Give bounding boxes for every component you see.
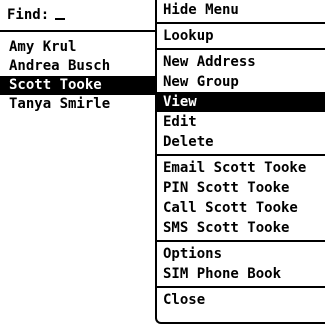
contact-item-scott-tooke[interactable]: Scott Tooke [0,76,158,95]
contact-item-andrea-busch[interactable]: Andrea Busch [0,57,158,76]
menu-separator [157,22,325,24]
contact-list: Amy Krul Andrea Busch Scott Tooke Tanya … [0,38,158,114]
menu-item-lookup[interactable]: Lookup [157,26,325,46]
menu-item-options[interactable]: Options [157,244,325,264]
menu-item-hide-menu[interactable]: Hide Menu [157,0,325,20]
menu-separator [157,240,325,242]
menu-item-close[interactable]: Close [157,290,325,310]
menu-item-sms-contact[interactable]: SMS Scott Tooke [157,218,325,238]
menu-item-email-contact[interactable]: Email Scott Tooke [157,158,325,178]
menu-item-new-group[interactable]: New Group [157,72,325,92]
contact-item-tanya-smirle[interactable]: Tanya Smirle [0,95,158,114]
menu-item-new-address[interactable]: New Address [157,52,325,72]
menu-separator [157,154,325,156]
menu-item-call-contact[interactable]: Call Scott Tooke [157,198,325,218]
menu-item-pin-contact[interactable]: PIN Scott Tooke [157,178,325,198]
address-book-screen: Find: Amy Krul Andrea Busch Scott Tooke … [0,0,325,334]
menu-item-delete[interactable]: Delete [157,132,325,152]
find-divider [0,30,158,32]
menu-item-edit[interactable]: Edit [157,112,325,132]
find-label: Find: [7,7,50,23]
contact-item-amy-krul[interactable]: Amy Krul [0,38,158,57]
menu-item-view[interactable]: View [157,92,325,112]
find-field[interactable]: Find: [7,4,157,26]
text-cursor [55,18,66,20]
context-menu: Hide Menu Lookup New Address New Group V… [155,0,325,324]
menu-separator [157,48,325,50]
menu-separator [157,286,325,288]
menu-item-sim-phone-book[interactable]: SIM Phone Book [157,264,325,284]
